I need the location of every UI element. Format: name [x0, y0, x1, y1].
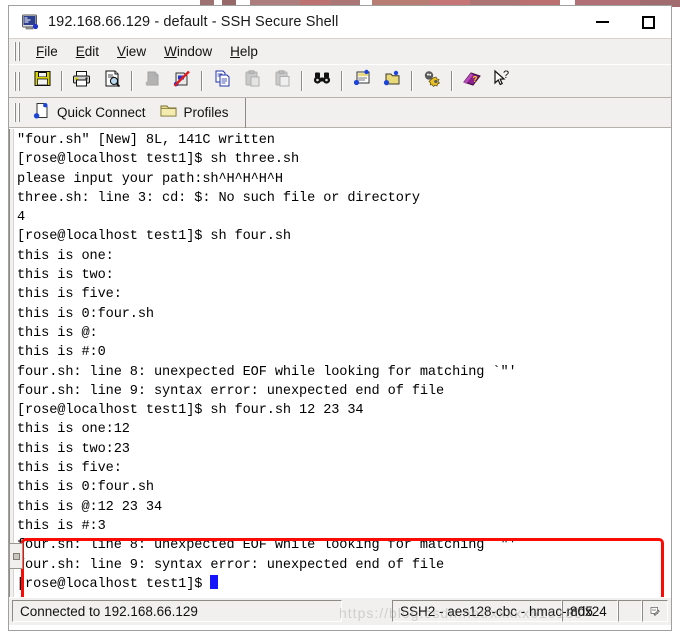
help-book-icon: ? [462, 69, 482, 93]
menu-drag-gripper[interactable] [14, 42, 21, 61]
status-cipher-text: SSH2 - aes128-cbc - hmac-md5 [392, 600, 593, 622]
profiles-folder-icon [159, 101, 178, 125]
ssh-secure-shell-window: 192.168.66.129 - default - SSH Secure Sh… [8, 5, 672, 631]
menu-file-rest: ile [44, 44, 58, 59]
menu-bar: File Edit View Window Help [9, 38, 671, 64]
menu-window-accel: W [164, 44, 177, 59]
settings-icon [422, 69, 442, 93]
menu-view-accel: V [117, 44, 126, 59]
terminal-lines: "four.sh" [New] 8L, 141C written [rose@l… [17, 133, 517, 573]
maximize-icon [641, 15, 655, 29]
window-controls [579, 6, 671, 38]
copy-paste-icon [273, 69, 292, 93]
status-blank-indicator [618, 600, 642, 622]
minimize-button[interactable] [579, 6, 625, 38]
status-capture-icon[interactable] [642, 600, 668, 622]
connectbar-filler [244, 97, 671, 128]
connectbar-drag-gripper[interactable] [14, 103, 21, 122]
print-icon [72, 69, 92, 93]
menu-item-file[interactable]: File [27, 42, 67, 61]
terminal-cursor [210, 574, 219, 589]
toolbar-separator-4 [301, 71, 303, 91]
find-icon [312, 69, 332, 93]
quick-connect-label: Quick Connect [57, 105, 146, 120]
terminal-prompt: [rose@localhost test1]$ [17, 576, 211, 592]
quick-connect-icon [32, 101, 51, 125]
print-preview-icon [103, 69, 122, 93]
toolbar-separator-6 [411, 71, 413, 91]
status-connection-text: Connected to 192.168.66.129 [12, 600, 342, 622]
find-button[interactable] [308, 68, 336, 94]
context-help-button[interactable]: ? [488, 68, 516, 94]
terminal-left-rail [9, 129, 14, 597]
settings-button[interactable] [418, 68, 446, 94]
title-bar: 192.168.66.129 - default - SSH Secure Sh… [9, 6, 671, 38]
menu-item-window[interactable]: Window [155, 42, 221, 61]
menu-edit-accel: E [75, 44, 85, 59]
disconnect-button[interactable] [168, 68, 196, 94]
save-icon [33, 69, 52, 93]
ssh-terminal-icon [21, 13, 39, 31]
connect-button[interactable] [138, 68, 166, 94]
menu-file-accel: F [36, 44, 45, 59]
new-terminal-icon [352, 69, 372, 93]
copy-icon [213, 69, 232, 93]
svg-text:?: ? [473, 75, 478, 84]
paste-icon [243, 69, 262, 93]
disconnect-icon [172, 69, 192, 93]
toolbar-separator-7 [451, 71, 453, 91]
quick-connect-button[interactable]: Quick Connect [27, 101, 154, 125]
profiles-label: Profiles [183, 105, 229, 120]
window-title: 192.168.66.129 - default - SSH Secure Sh… [48, 14, 339, 30]
menu-edit-rest: dit [84, 44, 100, 59]
new-terminal-button[interactable] [348, 68, 376, 94]
file-transfer-icon [382, 69, 402, 93]
toolbar-separator-3 [201, 71, 203, 91]
menu-help-accel: H [230, 44, 240, 59]
background-window-edge [9, 543, 23, 569]
status-bar: Connected to 192.168.66.129 SSH2 - aes12… [9, 597, 671, 625]
menu-window-rest: indow [176, 44, 213, 59]
print-button[interactable] [68, 68, 96, 94]
menu-view-rest: iew [125, 44, 147, 59]
toolbar-separator-5 [341, 71, 343, 91]
toolbar-separator-2 [131, 71, 133, 91]
save-button[interactable] [28, 68, 56, 94]
print-preview-button[interactable] [98, 68, 126, 94]
file-transfer-button[interactable] [378, 68, 406, 94]
toolbar: ? ? [9, 64, 671, 98]
quick-connect-bar: Quick Connect Profiles [9, 97, 671, 128]
menu-item-help[interactable]: Help [221, 42, 267, 61]
menu-item-view[interactable]: View [108, 42, 155, 61]
menu-item-edit[interactable]: Edit [67, 42, 108, 61]
context-help-icon: ? [492, 69, 512, 93]
connect-icon [143, 69, 162, 93]
copy-paste-button[interactable] [268, 68, 296, 94]
status-filler [342, 598, 392, 625]
profiles-button[interactable]: Profiles [154, 101, 237, 125]
help-book-button[interactable]: ? [458, 68, 486, 94]
terminal-output[interactable]: "four.sh" [New] 8L, 141C written [rose@l… [17, 131, 669, 597]
toolbar-separator-1 [61, 71, 63, 91]
maximize-button[interactable] [625, 6, 671, 38]
menu-help-rest: elp [239, 44, 258, 59]
paste-button[interactable] [238, 68, 266, 94]
svg-text:?: ? [503, 69, 509, 81]
toolbar-filler [517, 68, 667, 94]
minimize-icon [595, 21, 609, 23]
copy-button[interactable] [208, 68, 236, 94]
toolbar-drag-gripper[interactable] [14, 71, 21, 91]
terminal-area[interactable]: "four.sh" [New] 8L, 141C written [rose@l… [9, 128, 671, 597]
status-terminal-size: 80x24 [562, 600, 618, 622]
